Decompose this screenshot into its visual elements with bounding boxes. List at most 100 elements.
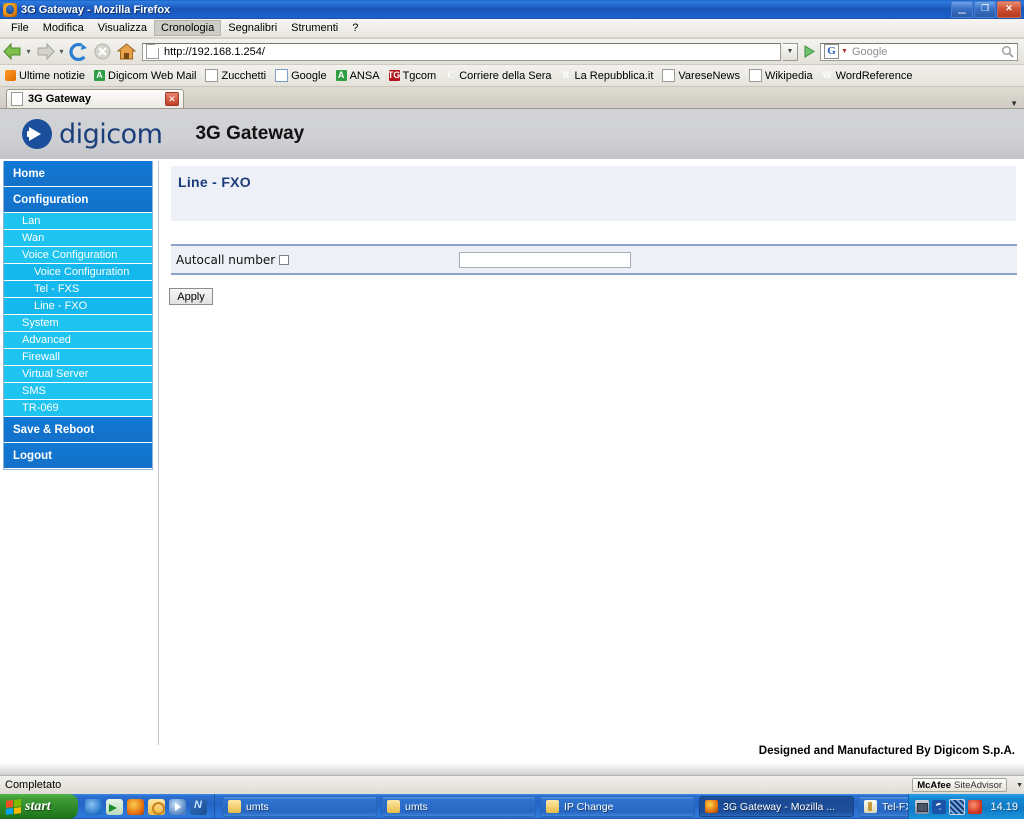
search-icon[interactable] [997, 45, 1017, 58]
forward-dropdown-caret: ▾ [59, 47, 64, 56]
show-desktop-icon[interactable] [106, 798, 123, 815]
menu-item-visualizza[interactable]: Visualizza [91, 20, 154, 36]
sidebar-item-voice-configuration[interactable]: Voice Configuration [4, 264, 152, 281]
minimize-button[interactable]: _ [951, 0, 973, 18]
close-button[interactable]: ✕ [997, 1, 1021, 18]
antivirus-shield-icon[interactable] [932, 799, 947, 814]
tab-label: 3G Gateway [28, 93, 91, 105]
menu-item-file[interactable]: File [4, 20, 36, 36]
menu-item-segnalibri[interactable]: Segnalibri [221, 20, 284, 36]
network-icon[interactable] [915, 799, 930, 814]
bookmark-digicom-web-mail[interactable]: A Digicom Web Mail [94, 70, 196, 82]
menu-item-strumenti[interactable]: Strumenti [284, 20, 345, 36]
page-icon [748, 69, 762, 82]
tab-3g-gateway[interactable]: 3G Gateway ✕ [6, 89, 184, 108]
reload-icon[interactable] [66, 41, 90, 63]
search-input[interactable]: Google [852, 46, 997, 58]
bookmark-wordreference[interactable]: W WordReference [822, 70, 913, 82]
maximize-button[interactable]: ❐ [974, 1, 996, 18]
taskbar-item-umts[interactable]: umts [381, 796, 536, 817]
taskbar-item-umts[interactable]: umts [222, 796, 377, 817]
sidebar-item-home[interactable]: Home [4, 161, 152, 187]
nero-icon[interactable] [190, 798, 207, 815]
tab-close-icon[interactable]: ✕ [165, 92, 179, 106]
bookmark-tgcom[interactable]: TG Tgcom [388, 69, 437, 82]
tab-list-caret-icon[interactable]: ▼ [1010, 99, 1018, 108]
media-player-icon[interactable] [169, 798, 186, 815]
sidebar-item-virtual-server[interactable]: Virtual Server [4, 366, 152, 383]
sidebar-item-system[interactable]: System [4, 315, 152, 332]
firefox-icon[interactable] [127, 798, 144, 815]
bookmark-varesenews[interactable]: VareseNews [662, 69, 740, 82]
taskbar-item-label: IP Change [564, 800, 614, 813]
clock-icon[interactable] [148, 798, 165, 815]
sidebar-item-voice-configuration[interactable]: Voice Configuration [4, 247, 152, 264]
letter-a-green-icon: A [94, 70, 106, 81]
bookmark-label: ANSA [349, 69, 380, 82]
ie-icon[interactable] [85, 798, 102, 815]
bookmark-label: Tgcom [402, 69, 437, 82]
browser-window: 3G Gateway - Mozilla Firefox _ ❐ ✕ File M… [0, 0, 1024, 819]
autocall-checkbox[interactable] [279, 254, 290, 265]
bookmark-google[interactable]: G Google [275, 69, 327, 82]
clock: 14.19 [990, 800, 1018, 813]
start-button[interactable]: start [0, 794, 78, 819]
taskbar-item-ip-change[interactable]: IP Change [540, 796, 695, 817]
taskbar-item-3g-gateway-mozilla-[interactable]: 3G Gateway - Mozilla ... [699, 796, 854, 817]
siteadvisor-sub: SiteAdvisor [954, 779, 1003, 791]
google-icon: G [275, 69, 289, 82]
sidebar-item-firewall[interactable]: Firewall [4, 349, 152, 366]
letter-a-green-icon: A [335, 70, 347, 81]
page-bottom-gradient [0, 763, 1024, 775]
bookmark-label: Zucchetti [221, 69, 267, 82]
back-arrow-icon[interactable] [0, 41, 24, 63]
bookmark-wikipedia[interactable]: Wikipedia [748, 69, 813, 82]
url-bar[interactable]: http://192.168.1.254/ [142, 42, 781, 61]
menu-bar: File Modifica Visualizza Cronologia Segnalib… [0, 19, 1024, 38]
menu-item--[interactable]: ? [345, 20, 365, 36]
siteadvisor-caret-icon[interactable]: ▼ [1016, 782, 1023, 789]
security-center-icon[interactable] [949, 798, 966, 815]
maximize-icon: ❐ [980, 3, 990, 13]
search-engine-caret[interactable]: ▼ [841, 48, 848, 55]
back-dropdown-caret[interactable]: ▾ [24, 47, 33, 56]
page-icon [205, 69, 219, 82]
sidebar-item-sms[interactable]: SMS [4, 383, 152, 400]
sidebar-item-advanced[interactable]: Advanced [4, 332, 152, 349]
quick-launch-bar [78, 794, 215, 819]
corriere-icon: C [447, 70, 454, 80]
taskbar-item-label: Tel-FXS.JPG - Paint [882, 800, 908, 813]
bookmark-corriere-della-sera[interactable]: C Corriere della Sera [445, 70, 552, 82]
taskbar-item-tel-fxs-jpg-paint[interactable]: Tel-FXS.JPG - Paint [858, 796, 909, 817]
update-icon[interactable] [968, 799, 983, 814]
sidebar-item-save-reboot[interactable]: Save & Reboot [4, 417, 152, 443]
digicom-wordmark: digicom [59, 118, 163, 150]
search-bar[interactable]: G ▼ Google [820, 42, 1018, 61]
sidebar-item-tr-069[interactable]: TR-069 [4, 400, 152, 417]
sidebar-item-logout[interactable]: Logout [4, 443, 152, 469]
siteadvisor-widget[interactable]: McAfee SiteAdvisor [912, 778, 1008, 792]
bookmark-la-repubblica-it[interactable]: R La Repubblica.it [561, 70, 654, 82]
windows-flag-icon [6, 798, 21, 815]
siteadvisor-brand: McAfee [917, 779, 951, 791]
sidebar-item-configuration[interactable]: Configuration [4, 187, 152, 213]
go-button[interactable] [798, 41, 820, 63]
sidebar-item-tel-fxs[interactable]: Tel - FXS [4, 281, 152, 298]
sidebar-item-wan[interactable]: Wan [4, 230, 152, 247]
autocall-number-input[interactable] [459, 252, 631, 268]
bookmark-label: La Repubblica.it [574, 69, 654, 82]
bookmark-ultime-notizie[interactable]: Ultime notizie [5, 70, 85, 82]
home-icon[interactable] [114, 41, 138, 63]
bookmark-zucchetti[interactable]: Zucchetti [205, 69, 266, 82]
minimize-icon: _ [958, 0, 966, 14]
sidebar-item-line-fxo[interactable]: Line - FXO [4, 298, 152, 315]
chevron-down-icon: ▼ [786, 48, 794, 55]
menu-item-cronologia[interactable]: Cronologia [154, 20, 222, 36]
apply-button[interactable]: Apply [169, 288, 213, 305]
sidebar-item-lan[interactable]: Lan [4, 213, 152, 230]
stop-icon [90, 41, 114, 63]
menu-item-modifica[interactable]: Modifica [36, 20, 91, 36]
url-dropdown-button[interactable]: ▼ [783, 42, 798, 61]
bookmark-ansa[interactable]: A ANSA [335, 69, 380, 82]
window-title-bar: 3G Gateway - Mozilla Firefox _ ❐ ✕ [0, 0, 1024, 19]
